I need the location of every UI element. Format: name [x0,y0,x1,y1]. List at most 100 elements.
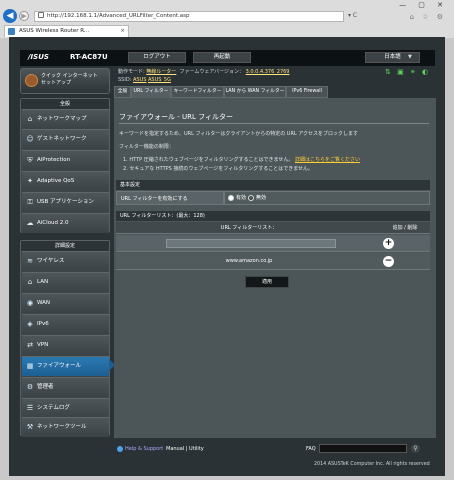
sidebar-item-label: VPN [37,342,49,348]
remove-url-button[interactable]: − [383,256,394,267]
quick-setup-label: クイック インターネット セットアップ [41,73,98,86]
description: キーワードを指定するため、URL フィルターはクライアントからの特定の URL … [119,131,359,137]
tab-close-icon[interactable]: × [120,26,125,37]
forward-button[interactable]: ▶ [19,11,29,21]
sidebar-item-lan[interactable]: ⌂ LAN [22,272,109,292]
sidebar-item-label: LAN [37,279,49,285]
url-input[interactable] [166,239,336,248]
radio-disable-label: 無効 [256,195,267,201]
apply-button[interactable]: 適用 [245,276,289,288]
radio-enable-label: 有効 [236,195,247,201]
divider [119,123,429,124]
address-bar[interactable]: http://192.168.1.1/Advanced_URLFilter_Co… [34,11,344,22]
ssid-24-link[interactable]: ASUS [133,77,146,83]
sidebar-item-label: Adaptive QoS [37,178,75,184]
op-mode-link[interactable]: 無線ルーター [146,69,176,75]
chevron-down-icon: ▼ [408,54,412,60]
radio-enable[interactable] [228,195,234,201]
log-icon: ☰ [26,404,34,412]
sidebar-item-label: 管理者 [37,384,54,390]
manual-utility-link[interactable]: Manual | Utility [166,446,204,452]
url-list-column-label: URL フィルターリスト： [220,225,278,231]
sidebar-item-network-tools[interactable]: ⚒ ネットワークツール [22,417,109,437]
sidebar-item-administration[interactable]: ⚙ 管理者 [22,377,109,397]
status-line-2: SSID: ASUS ASUS_5G [118,77,171,83]
globe-icon [25,74,38,87]
tab-title: ASUS Wireless Router R... [19,28,90,34]
basic-settings-header: 基本設定 [116,180,430,190]
tab-ipv6-firewall[interactable]: IPv6 Firewall [286,86,328,98]
sidebar-item-label: AiProtection [37,157,71,163]
firewall-icon: ▦ [26,362,34,370]
ssid-label: SSID: [118,77,132,83]
sidebar-item-label: ファイアウォール [37,363,82,369]
favicon-icon [8,28,15,35]
firmware-link[interactable]: 3.0.0.4.376_2769 [246,69,290,75]
radio-disable[interactable] [248,195,254,201]
sidebar-item-vpn[interactable]: ⇄ VPN [22,335,109,355]
sidebar-item-label: ゲストネットワーク [37,136,87,142]
guest-network-icon: ☺ [26,135,34,143]
sidebar-item-ipv6[interactable]: ◈ IPv6 [22,314,109,334]
op-mode-label: 動作モード: [118,69,145,75]
sidebar-item-guest-network[interactable]: ☺ ゲストネットワーク [22,129,109,149]
sidebar-item-label: ネットワークマップ [37,116,87,122]
model-name: RT-AC87U [70,53,108,61]
asus-logo: /ISUS [28,53,49,61]
sidebar-item-label: IPv6 [37,321,49,327]
sidebar-advanced-header: 詳細設定 [21,241,109,251]
sidebar-item-aicloud[interactable]: ☁ AiCloud 2.0 [22,213,109,233]
wifi-icon: ≋ [27,257,33,265]
limit-1-text: 1. HTTP 圧縮されたウェブページをフィルタリングすることはできません。 [123,157,294,163]
faq-label: FAQ [306,446,316,452]
ipv6-icon: ◈ [27,320,33,328]
page-icon [38,12,44,18]
add-url-button[interactable]: + [383,238,394,249]
browser-toolbar-icons[interactable]: ⌂ ☆ ⚙ [410,13,446,21]
window-controls[interactable]: — ▢ ✕ [399,1,448,9]
status-icons[interactable]: ⇅ ▣ ⚭ ◐ [385,68,430,76]
faq-search-input[interactable] [319,444,407,453]
sidebar-item-wan[interactable]: ◉ WAN [22,293,109,313]
sidebar-item-wireless[interactable]: ≋ ワイヤレス [22,251,109,271]
sidebar-item-label: システムログ [37,405,70,411]
wan-icon: ◉ [26,299,34,307]
address-url: http://192.168.1.1/Advanced_URLFilter_Co… [47,13,190,19]
tab-general[interactable]: 全般 [114,86,131,98]
help-icon [117,446,123,452]
enable-filter-label: URL フィルターを有効にする [116,191,224,205]
details-link[interactable]: 詳細はこちらをご覧ください [295,157,360,163]
add-delete-column-label: 追加 / 削除 [392,225,418,231]
sidebar-item-aiprotection[interactable]: ⛨ AiProtection [22,150,109,170]
sidebar-general-header: 全般 [21,99,109,109]
tab-keyword-filter[interactable]: キーワードフィルター [171,86,224,98]
reboot-button[interactable]: 再起動 [193,52,251,63]
address-buttons[interactable]: ▾ C [348,12,357,19]
page-title: ファイアウォール - URL フィルター [119,113,233,121]
sidebar-item-firewall[interactable]: ▦ ファイアウォール [22,356,109,376]
browser-tab[interactable]: ASUS Wireless Router R... × [4,25,129,37]
back-button[interactable]: ◀ [3,9,17,23]
sidebar-item-label: ネットワークツール [37,424,87,430]
sidebar-item-system-log[interactable]: ☰ システムログ [22,398,109,418]
firmware-label: ファームウェアバージョン： [179,69,245,75]
gear-icon: ⚙ [26,383,34,391]
limit-2: 2. セキュアな HTTPS 接続のウェブページをフィルタリングすることはできま… [123,166,314,172]
sidebar-item-label: WAN [37,300,51,306]
url-entry: www.amazon.co.jp [225,258,273,264]
search-icon[interactable]: ⚲ [411,444,420,453]
cloud-icon: ☁ [26,219,34,227]
sidebar-item-usb-apps[interactable]: ⚿ USB アプリケーション [22,192,109,212]
logout-button[interactable]: ログアウト [128,52,186,63]
shield-icon: ⛨ [27,156,33,164]
lan-icon: ⌂ [27,278,33,286]
sidebar-item-adaptive-qos[interactable]: ✦ Adaptive QoS [22,171,109,191]
sidebar-item-network-map[interactable]: ⌂ ネットワークマップ [22,109,109,129]
tab-lan-wan-filter[interactable]: LAN から WAN フィルター [224,86,286,98]
copyright: 2014 ASUSTeK Computer Inc. All rights re… [314,462,430,467]
limit-1: 1. HTTP 圧縮されたウェブページをフィルタリングすることはできません。 詳… [123,156,360,163]
help-support-link[interactable]: Help & Support [125,446,163,452]
ssid-5g-link[interactable]: ASUS_5G [148,77,171,83]
status-line-1: 動作モード: 無線ルーター ファームウェアバージョン： 3.0.0.4.376_… [118,68,290,75]
url-list-header: URL フィルターリスト：(最大：128) [116,211,430,221]
